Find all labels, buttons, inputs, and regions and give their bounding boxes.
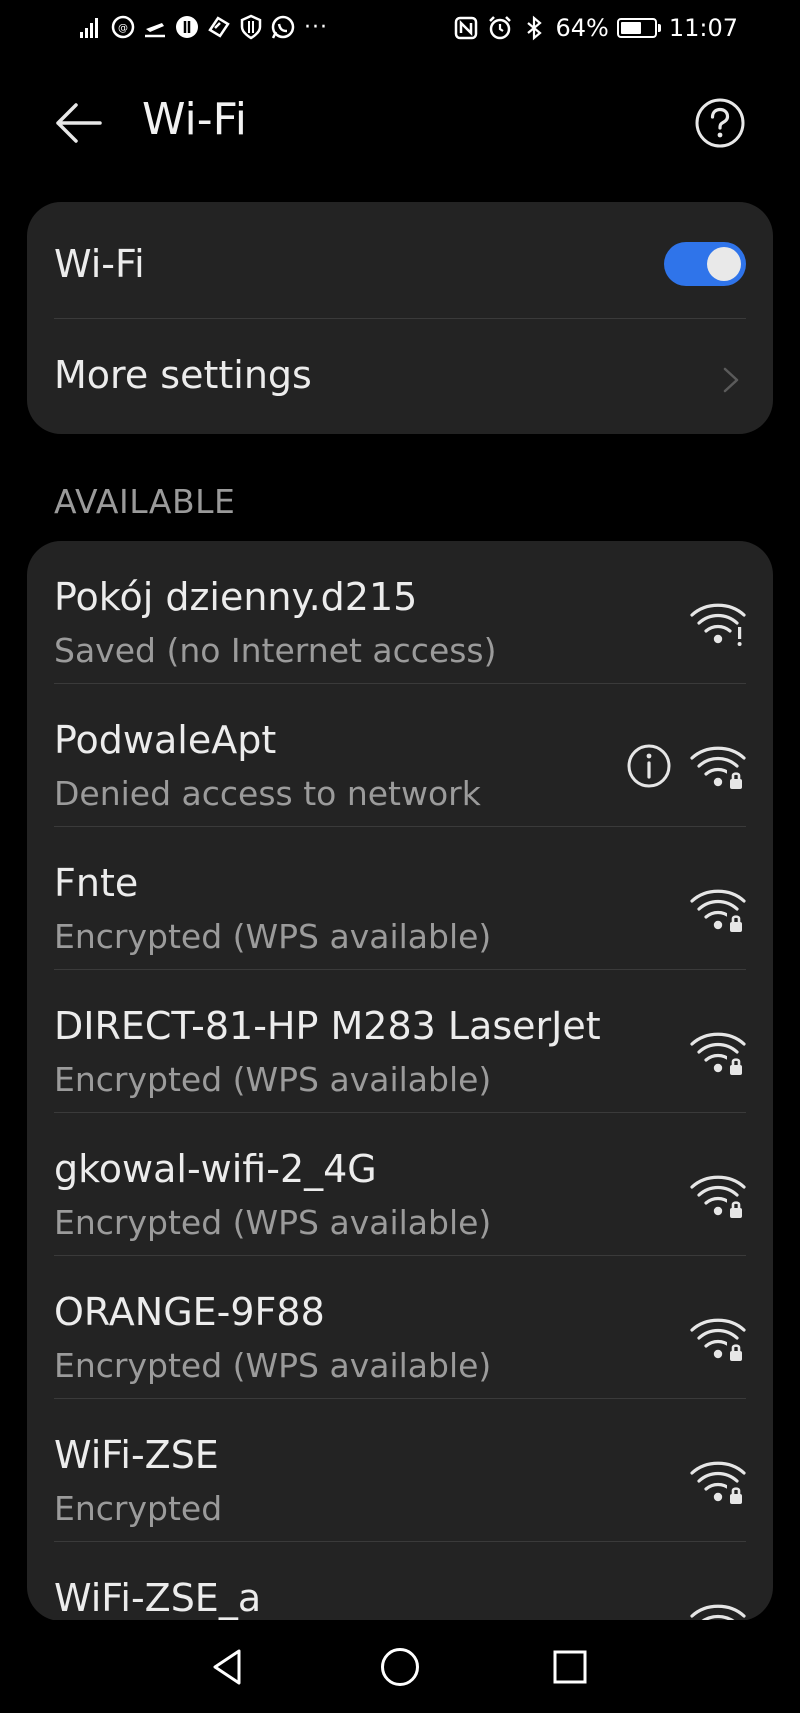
network-status: Encrypted	[54, 1489, 223, 1528]
wifi-lock-icon	[690, 1175, 747, 1219]
network-row[interactable]: DIRECT-81-HP M283 LaserJet Encrypted (WPS…	[27, 970, 773, 1113]
status-bar: @ ··· 64% 11:07	[0, 0, 800, 62]
network-list: Pokój dzienny.d215 Saved (no Internet acc…	[27, 541, 773, 1621]
help-button[interactable]	[693, 96, 747, 150]
navigation-bar	[0, 1620, 800, 1713]
status-bar-left: @ ···	[78, 14, 328, 40]
wifi-lock-icon	[690, 889, 747, 933]
network-status: Encrypted (WPS available)	[54, 1203, 492, 1242]
network-row[interactable]: ORANGE-9F88 Encrypted (WPS available)	[27, 1256, 773, 1399]
messenger-icon	[174, 14, 200, 40]
available-section-header: AVAILABLE	[54, 482, 236, 521]
network-row[interactable]: WiFi-ZSE_a	[27, 1542, 773, 1621]
battery-tip	[657, 24, 661, 32]
network-row[interactable]: Pokój dzienny.d215 Saved (no Internet acc…	[27, 541, 773, 684]
nfc-icon	[453, 15, 479, 41]
overflow-indicator: ···	[304, 14, 328, 40]
whatsapp-icon	[270, 14, 296, 40]
network-status: Saved (no Internet access)	[54, 631, 497, 670]
chevron-right-icon	[723, 367, 739, 393]
network-name: Pokój dzienny.d215	[54, 575, 418, 619]
nav-home-button[interactable]	[375, 1642, 425, 1692]
wifi-icon	[690, 1604, 746, 1621]
back-nav-icon	[213, 1649, 241, 1685]
battery-icon	[616, 18, 661, 38]
network-name: ORANGE-9F88	[54, 1290, 325, 1334]
wifi-lock-icon	[690, 746, 747, 790]
page-title: Wi-Fi	[142, 94, 247, 145]
app-header: Wi-Fi	[0, 80, 800, 166]
svg-text:@: @	[118, 23, 128, 34]
network-name: PodwaleApt	[54, 718, 277, 762]
network-status: Encrypted (WPS available)	[54, 1346, 492, 1385]
network-row[interactable]: PodwaleApt Denied access to network	[27, 684, 773, 827]
network-status: Encrypted (WPS available)	[54, 1060, 492, 1099]
wifi-warning-icon	[690, 603, 747, 647]
network-row[interactable]: gkowal-wifi-2_4G Encrypted (WPS available…	[27, 1113, 773, 1256]
home-nav-icon	[381, 1648, 419, 1686]
bluetooth-icon	[521, 15, 547, 41]
network-status: Encrypted (WPS available)	[54, 917, 492, 956]
network-name: DIRECT-81-HP M283 LaserJet	[54, 1004, 601, 1048]
more-settings-row[interactable]: More settings	[27, 319, 773, 434]
wifi-call-icon: @	[110, 14, 136, 40]
shield-icon	[238, 14, 264, 40]
help-icon	[695, 98, 745, 148]
network-name: WiFi-ZSE_a	[54, 1576, 262, 1620]
nav-recents-button[interactable]	[545, 1642, 595, 1692]
recents-nav-icon	[553, 1650, 587, 1684]
battery-body	[616, 18, 657, 38]
network-name: Fnte	[54, 861, 139, 905]
wifi-lock-icon	[690, 1461, 747, 1505]
wifi-lock-icon	[690, 1032, 747, 1076]
network-row[interactable]: WiFi-ZSE Encrypted	[27, 1399, 773, 1542]
battery-fill	[620, 22, 642, 34]
wifi-toggle-label: Wi-Fi	[54, 242, 145, 286]
battery-percent: 64%	[555, 14, 609, 42]
airplane-icon	[142, 14, 168, 40]
wifi-toggle-switch[interactable]	[664, 242, 746, 286]
status-bar-right: 64% 11:07	[453, 14, 738, 42]
wifi-toggle-row[interactable]: Wi-Fi	[27, 202, 773, 318]
signal-icon	[78, 14, 104, 40]
wifi-settings-card: Wi-Fi More settings	[27, 202, 773, 434]
network-name: gkowal-wifi-2_4G	[54, 1147, 377, 1191]
app-icon	[206, 14, 232, 40]
info-icon[interactable]	[625, 742, 673, 790]
alarm-icon	[487, 15, 513, 41]
arrow-left-icon	[56, 103, 102, 143]
back-button[interactable]	[50, 96, 106, 150]
network-row[interactable]: Fnte Encrypted (WPS available)	[27, 827, 773, 970]
toggle-knob	[707, 247, 741, 281]
nav-back-button[interactable]	[204, 1642, 254, 1692]
network-status: Denied access to network	[54, 774, 481, 813]
wifi-lock-icon	[690, 1318, 747, 1362]
clock: 11:07	[668, 14, 738, 42]
more-settings-label: More settings	[54, 353, 312, 397]
network-name: WiFi-ZSE	[54, 1433, 219, 1477]
